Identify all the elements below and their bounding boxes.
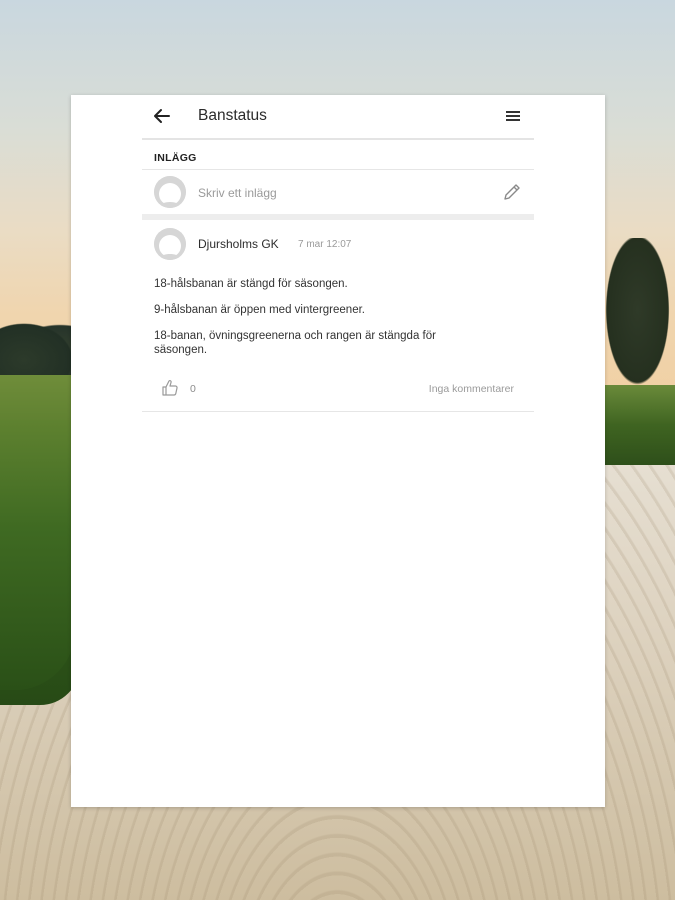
trees-right — [600, 238, 675, 398]
section-heading: INLÄGG — [154, 152, 197, 164]
edit-button[interactable] — [500, 180, 524, 204]
comments-link[interactable]: Inga kommentarer — [429, 383, 514, 395]
thumbs-up-icon — [162, 380, 178, 396]
post-author: Djursholms GK — [198, 237, 279, 251]
divider — [142, 411, 534, 412]
post-body: 18-hålsbanan är stängd för säsongen. 9-h… — [154, 277, 474, 369]
menu-button[interactable] — [502, 107, 524, 125]
post-card: Djursholms GK 7 mar 12:07 18-hålsbanan ä… — [142, 220, 534, 412]
default-avatar-icon — [154, 176, 186, 208]
fairway-left-lower — [0, 420, 75, 690]
compose-post-field[interactable]: Skriv ett inlägg — [142, 170, 534, 214]
hamburger-menu-icon — [506, 111, 520, 121]
compose-placeholder: Skriv ett inlägg — [198, 186, 277, 200]
top-bar: Banstatus — [142, 95, 534, 140]
post-paragraph: 18-banan, övningsgreenerna och rangen är… — [154, 330, 436, 356]
fairway-right — [600, 385, 675, 465]
page-title: Banstatus — [198, 107, 267, 124]
post-timestamp: 7 mar 12:07 — [298, 239, 352, 250]
post-paragraph: 18-hålsbanan är stängd för säsongen. — [154, 278, 348, 290]
default-avatar-icon — [154, 228, 186, 260]
avatar — [154, 176, 186, 208]
arrow-left-icon — [154, 109, 170, 123]
pencil-icon — [504, 184, 520, 200]
back-button[interactable] — [152, 106, 172, 126]
like-count: 0 — [190, 383, 196, 395]
main-card: Banstatus INLÄGG Skriv ett inlägg Djursh… — [71, 95, 605, 807]
post-paragraph: 9-hålsbanan är öppen med vintergreener. — [154, 304, 365, 316]
post-actions: 0 Inga kommentarer — [142, 378, 534, 412]
like-button[interactable] — [160, 378, 180, 398]
author-avatar — [154, 228, 186, 260]
